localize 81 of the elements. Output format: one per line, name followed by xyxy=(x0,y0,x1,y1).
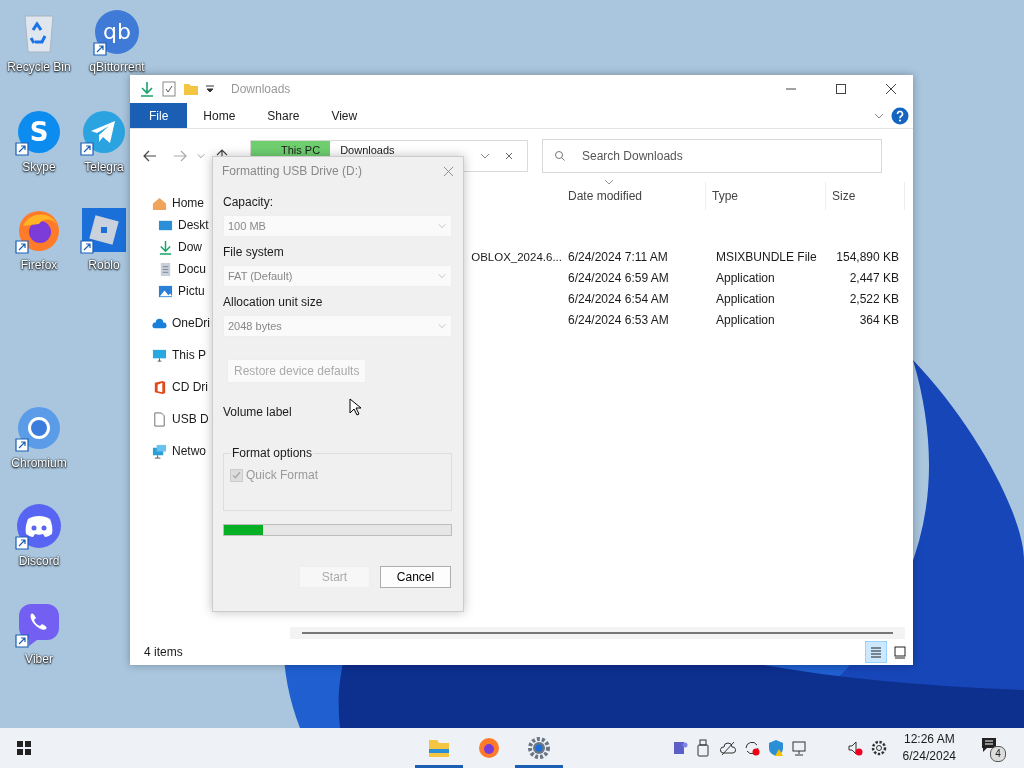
shield-icon[interactable] xyxy=(766,739,785,757)
table-cell-text: 6/24/2024 6:59 AM xyxy=(567,270,670,285)
table-cell-text: 6/24/2024 7:11 AM xyxy=(567,249,669,264)
download-arrow-icon[interactable] xyxy=(139,81,155,97)
desktop-icon-label: Roblo xyxy=(88,258,120,272)
dropdown-icon[interactable] xyxy=(205,84,215,94)
file-icon xyxy=(152,411,167,427)
discord-app-icon[interactable] xyxy=(15,502,63,550)
chromium-app-icon[interactable] xyxy=(15,404,63,452)
cloud-off-icon[interactable] xyxy=(718,739,737,757)
chevron-down-icon xyxy=(437,321,447,331)
office-icon xyxy=(152,379,167,395)
horizontal-scrollbar[interactable] xyxy=(290,627,905,639)
gear-icon xyxy=(526,735,551,760)
group-title: Format options xyxy=(231,446,314,460)
close-icon[interactable] xyxy=(885,83,897,95)
details-view-button[interactable] xyxy=(865,641,887,663)
field-label: Capacity: xyxy=(223,195,274,209)
desktop-icon-label: Recycle Bin xyxy=(7,60,71,74)
cancel-button[interactable]: Cancel xyxy=(380,566,451,588)
window-title: Downloads xyxy=(231,82,291,96)
table-cell-text: 2,522 KB xyxy=(848,291,900,306)
table-cell-text: 6/24/2024 6:53 AM xyxy=(567,312,670,327)
sort-indicator-icon xyxy=(604,179,614,185)
item-count: 4 items xyxy=(144,645,183,659)
chevron-down-icon xyxy=(437,271,447,281)
search-field[interactable]: Search Downloads xyxy=(542,139,882,173)
field-label: File system xyxy=(223,245,284,259)
pc-icon xyxy=(152,347,167,363)
telegram-app-icon[interactable] xyxy=(80,108,128,156)
desktop-icon-label: Chromium xyxy=(11,456,67,470)
list-view-icon xyxy=(869,645,883,659)
sync-icon[interactable] xyxy=(742,739,761,757)
roblox-app-icon[interactable] xyxy=(80,206,128,254)
desktop-icon-label: Skype xyxy=(22,160,56,174)
chevron-down-icon xyxy=(437,221,447,231)
table-cell-text: 2,447 KB xyxy=(848,270,900,285)
close-icon[interactable] xyxy=(503,150,515,162)
desktop-icon-label: Telegra xyxy=(84,160,124,174)
document-icon xyxy=(158,261,173,277)
mouse-pointer-icon xyxy=(349,398,361,416)
notification-count: 4 xyxy=(990,746,1006,762)
file-name[interactable]: OBLOX_2024.6... xyxy=(471,250,562,263)
table-cell-text: MSIXBUNDLE File xyxy=(715,249,818,264)
table-cell-text: 364 KB xyxy=(858,312,900,327)
download-icon xyxy=(158,239,173,255)
desktop-icon-label: Viber xyxy=(25,652,53,666)
firefox-icon xyxy=(476,735,501,760)
table-cell-text: Application xyxy=(715,291,776,306)
field-label: Volume label xyxy=(223,405,292,419)
checkbox-icon[interactable] xyxy=(161,81,177,97)
ribbon-tab[interactable]: Share xyxy=(251,103,316,128)
desktop-icon-label: Firefox xyxy=(20,258,58,272)
desktop-icon-label: Discord xyxy=(18,554,60,568)
table-cell-text: 154,890 KB xyxy=(835,249,900,264)
table-cell-text: Application xyxy=(715,312,776,327)
network-icon xyxy=(152,443,167,459)
picture-icon xyxy=(158,283,173,299)
tiles-view-icon xyxy=(893,645,907,659)
clock-time[interactable]: 12:26 AM xyxy=(903,731,955,748)
column-header[interactable]: Type xyxy=(706,182,826,210)
mute-icon[interactable] xyxy=(845,739,864,757)
gear-icon[interactable] xyxy=(869,739,888,757)
help-icon[interactable] xyxy=(891,106,909,125)
field-label: Allocation unit size xyxy=(223,295,323,309)
home-icon xyxy=(152,195,167,211)
table-cell-text: Application xyxy=(715,270,776,285)
table-cell-text: 6/24/2024 6:54 AM xyxy=(567,291,670,306)
column-header[interactable]: Date modified xyxy=(562,182,706,210)
maximize-icon[interactable] xyxy=(835,83,847,95)
ribbon-tab[interactable]: View xyxy=(315,103,374,128)
qbittorrent-app-icon[interactable]: qb xyxy=(93,8,141,56)
column-header[interactable]: Size xyxy=(826,182,905,210)
windows-start-icon[interactable] xyxy=(16,740,32,756)
check-icon xyxy=(231,469,242,481)
ribbon-tab[interactable]: Home xyxy=(187,103,252,128)
search-icon xyxy=(554,150,566,162)
desktop-icon-label: qBittorrent xyxy=(89,60,145,74)
network-icon[interactable] xyxy=(790,739,809,757)
back-arrow-icon[interactable] xyxy=(142,148,158,164)
clock-date[interactable]: 6/24/2024 xyxy=(902,748,956,765)
